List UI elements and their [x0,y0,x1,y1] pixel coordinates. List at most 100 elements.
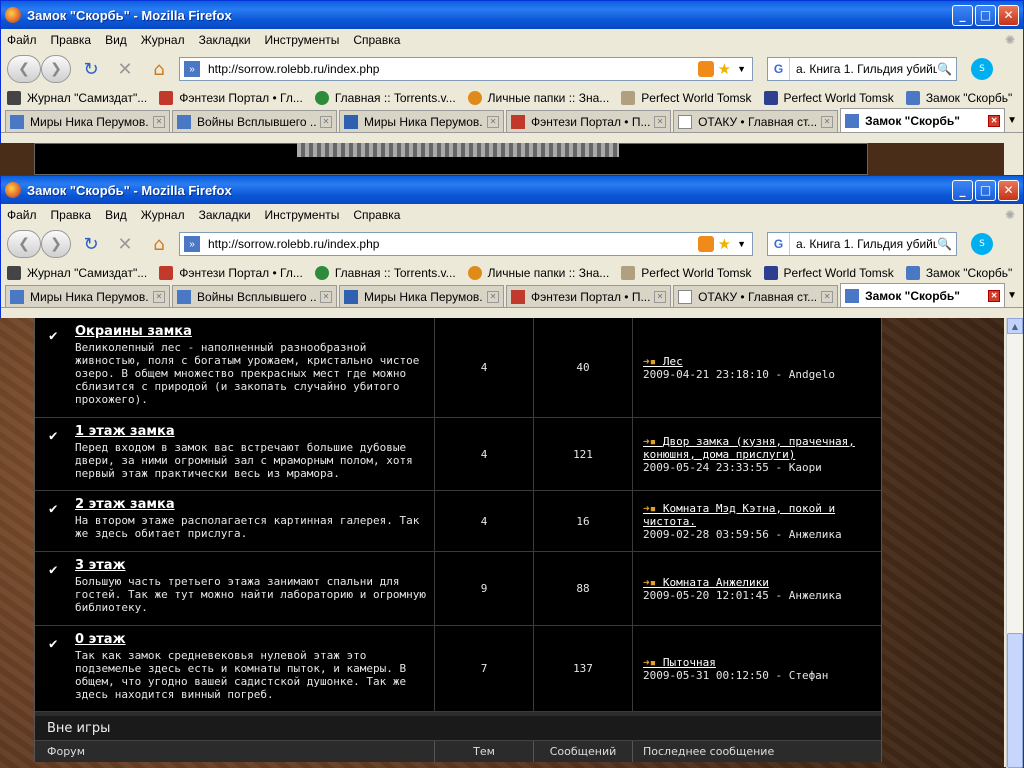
bookmark-item[interactable]: Главная :: Torrents.v... [314,91,456,105]
bookmark-item[interactable]: Perfect World Tomsk [763,266,894,280]
forum-title-link[interactable]: 0 этаж [75,632,428,647]
tab-close-icon[interactable]: ✕ [320,115,333,128]
url-text[interactable]: http://sorrow.rolebb.ru/index.php [208,62,698,76]
tab-list-icon[interactable]: ▼ [1007,115,1017,126]
url-dropdown-icon[interactable]: ▼ [737,64,746,74]
bookmark-item[interactable]: Замок "Скорбь" [905,266,1012,280]
tab[interactable]: Войны Всплывшего ... ✕ [172,285,338,307]
title-bar[interactable]: Замок "Скорбь" - Mozilla Firefox _ □ ✕ [1,1,1023,29]
minimize-button[interactable]: _ [952,4,973,26]
vertical-scrollbar[interactable]: ▲ [1006,318,1023,768]
tab-close-icon[interactable]: ✕ [821,290,834,303]
tab-close-icon[interactable]: ✕ [821,115,834,128]
menu-edit[interactable]: Правка [51,33,92,47]
menu-edit[interactable]: Правка [51,208,92,222]
tab-close-icon[interactable]: ✕ [487,290,500,303]
tab-close-icon[interactable]: ✕ [153,290,166,303]
bookmark-item[interactable]: Perfect World Tomsk [763,91,894,105]
bookmark-item[interactable]: Журнал "Самиздат"... [7,266,147,280]
tab[interactable]: Фэнтези Портал • П... ✕ [506,110,672,132]
tab[interactable]: Войны Всплывшего ... ✕ [172,110,338,132]
menu-help[interactable]: Справка [353,208,400,222]
stop-icon[interactable]: ✕ [111,230,139,258]
forward-button[interactable]: ❯ [41,230,71,258]
tab[interactable]: ОТАКУ • Главная ст... ✕ [673,110,839,132]
scroll-thumb[interactable] [1007,633,1023,768]
rss-icon[interactable] [697,236,714,252]
stop-icon[interactable]: ✕ [111,55,139,83]
skype-icon[interactable]: S [971,58,993,80]
tab[interactable]: Миры Ника Перумов... ✕ [339,110,505,132]
close-button[interactable]: ✕ [998,179,1019,201]
tab[interactable]: Миры Ника Перумов... ✕ [339,285,505,307]
tab-close-icon[interactable]: ✕ [487,115,500,128]
bookmark-item[interactable]: Фэнтези Портал • Гл... [159,266,303,280]
bookmark-item[interactable]: Главная :: Torrents.v... [314,266,456,280]
reload-icon[interactable]: ↻ [77,230,105,258]
bookmark-item[interactable]: Perfect World Tomsk [621,266,752,280]
tab-active[interactable]: Замок "Скорбь" ✕ [840,283,1006,307]
tab-active[interactable]: Замок "Скорбь" ✕ [840,108,1006,132]
tab[interactable]: ОТАКУ • Главная ст... ✕ [673,285,839,307]
menu-help[interactable]: Справка [353,33,400,47]
tab-close-icon[interactable]: ✕ [654,290,667,303]
back-button[interactable]: ❮ [7,230,41,258]
title-bar[interactable]: Замок "Скорбь" - Mozilla Firefox _ □ ✕ [1,176,1023,204]
last-post-link[interactable]: Комната Анжелики [643,576,871,589]
search-bar[interactable]: G а. Книга 1. Гильдия убийц 🔍 [767,232,957,256]
bookmark-item[interactable]: Журнал "Самиздат"... [7,91,147,105]
menu-view[interactable]: Вид [105,208,127,222]
bookmark-item[interactable]: Perfect World Tomsk [621,91,752,105]
search-input[interactable]: а. Книга 1. Гильдия убийц [790,62,937,76]
tab[interactable]: Фэнтези Портал • П... ✕ [506,285,672,307]
bookmark-item[interactable]: Фэнтези Портал • Гл... [159,91,303,105]
forum-title-link[interactable]: 1 этаж замка [75,424,428,439]
search-bar[interactable]: G а. Книга 1. Гильдия убийц 🔍 [767,57,957,81]
menu-history[interactable]: Журнал [141,208,185,222]
tab-close-icon[interactable]: ✕ [988,114,1001,127]
tab-close-icon[interactable]: ✕ [320,290,333,303]
search-go-icon[interactable]: 🔍 [937,62,952,76]
url-dropdown-icon[interactable]: ▼ [737,239,746,249]
back-button[interactable]: ❮ [7,55,41,83]
close-button[interactable]: ✕ [998,4,1019,26]
menu-tools[interactable]: Инструменты [265,33,340,47]
menu-bookmarks[interactable]: Закладки [199,208,251,222]
menu-history[interactable]: Журнал [141,33,185,47]
tab-list-icon[interactable]: ▼ [1007,290,1017,301]
tab-close-icon[interactable]: ✕ [988,289,1001,302]
bookmark-item[interactable]: Личные папки :: Зна... [467,266,609,280]
url-text[interactable]: http://sorrow.rolebb.ru/index.php [208,237,698,251]
forum-title-link[interactable]: 3 этаж [75,558,428,573]
forum-title-link[interactable]: 2 этаж замка [75,497,428,512]
bookmark-star-icon[interactable]: ★ [718,60,731,78]
scroll-up-icon[interactable]: ▲ [1007,318,1023,334]
forum-title-link[interactable]: Окраины замка [75,324,428,339]
tab[interactable]: Миры Ника Перумов... ✕ [5,285,171,307]
last-post-link[interactable]: Двор замка (кузня, прачечная, конюшня, д… [643,435,871,461]
search-go-icon[interactable]: 🔍 [937,237,952,251]
minimize-button[interactable]: _ [952,179,973,201]
tab-close-icon[interactable]: ✕ [153,115,166,128]
last-post-link[interactable]: Лес [643,355,871,368]
google-search-icon[interactable]: G [768,58,790,80]
maximize-button[interactable]: □ [975,4,996,26]
google-search-icon[interactable]: G [768,233,790,255]
tab-close-icon[interactable]: ✕ [654,115,667,128]
rss-icon[interactable] [697,61,714,77]
url-bar[interactable]: » http://sorrow.rolebb.ru/index.php ★ ▼ [179,57,753,81]
skype-icon[interactable]: S [971,233,993,255]
menu-file[interactable]: Файл [7,208,37,222]
forward-button[interactable]: ❯ [41,55,71,83]
menu-file[interactable]: Файл [7,33,37,47]
menu-tools[interactable]: Инструменты [265,208,340,222]
bookmark-item[interactable]: Личные папки :: Зна... [467,91,609,105]
tab[interactable]: Миры Ника Перумов... ✕ [5,110,171,132]
menu-view[interactable]: Вид [105,33,127,47]
home-icon[interactable]: ⌂ [145,55,173,83]
bookmark-star-icon[interactable]: ★ [718,235,731,253]
maximize-button[interactable]: □ [975,179,996,201]
search-input[interactable]: а. Книга 1. Гильдия убийц [790,237,937,251]
home-icon[interactable]: ⌂ [145,230,173,258]
last-post-link[interactable]: Комната Мэд Кэтна, покой и чистота. [643,502,871,528]
